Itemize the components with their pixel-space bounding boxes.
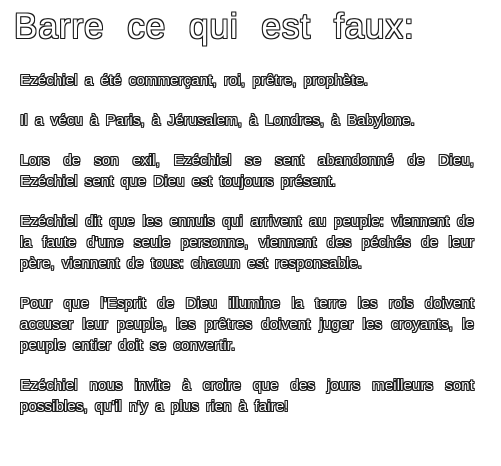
statement-6: Ezéchiel nous invite à croire que des jo…	[20, 377, 474, 415]
statement-3: Lors de son exil, Ezéchiel se sent aband…	[20, 152, 474, 190]
statement-5: Pour que l'Esprit de Dieu illumine la te…	[20, 295, 474, 354]
statement-2: Il a vécu à Paris, à Jérusalem, à Londre…	[20, 112, 415, 129]
statement-4: Ezéchiel dit que les ennuis qui arrivent…	[20, 213, 474, 272]
worksheet-body: Ezéchiel a été commerçant, roi, prêtre, …	[20, 70, 474, 436]
statement-1: Ezéchiel a été commerçant, roi, prêtre, …	[20, 72, 369, 89]
worksheet-title: Barre ce qui est faux:	[14, 7, 415, 46]
worksheet-page: Barre ce qui est faux: Ezéchiel a été co…	[0, 0, 501, 466]
